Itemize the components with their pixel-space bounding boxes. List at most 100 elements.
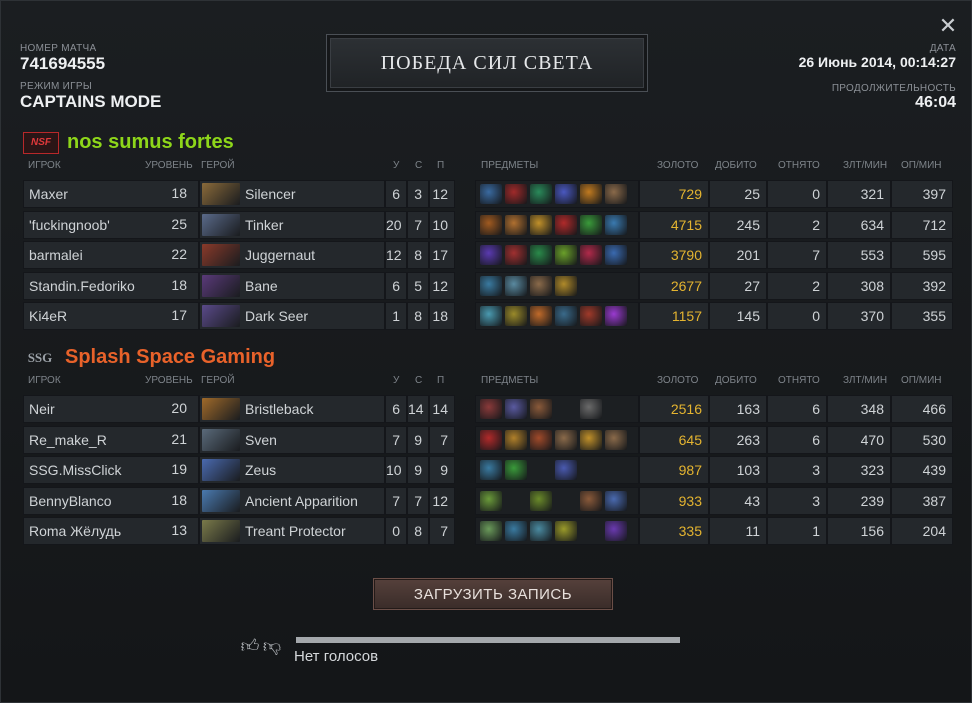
- item-icon[interactable]: [530, 214, 552, 235]
- item-icon[interactable]: [580, 214, 602, 235]
- item-icon[interactable]: [555, 521, 577, 541]
- hero-cell: Zeus: [199, 456, 385, 484]
- item-icon[interactable]: [530, 275, 552, 296]
- item-icon[interactable]: [480, 399, 502, 419]
- column-header-d: С: [415, 375, 423, 386]
- item-icon[interactable]: [530, 184, 552, 204]
- player-row[interactable]: Maxer 18 Silencer 6 3 12 729 25 0 321 397: [23, 180, 953, 208]
- player-name[interactable]: BennyBlanco: [29, 493, 112, 509]
- item-icon[interactable]: [605, 306, 627, 326]
- item-icon[interactable]: [580, 429, 602, 450]
- thumbs-up-icon[interactable]: 👍︎: [239, 635, 261, 657]
- hero-portrait[interactable]: [202, 274, 240, 297]
- item-icon[interactable]: [605, 184, 627, 204]
- column-header-dn: ОТНЯТО: [778, 160, 820, 171]
- team-name[interactable]: Splash Space Gaming: [65, 346, 275, 369]
- player-row[interactable]: Neir 20 Bristleback 6 14 14 2516 163 6 348 466: [23, 395, 953, 423]
- item-icon[interactable]: [555, 429, 577, 450]
- player-name[interactable]: Neir: [29, 401, 55, 417]
- item-icon[interactable]: [530, 429, 552, 450]
- a-cell: 7: [429, 517, 455, 545]
- player-row[interactable]: BennyBlanco 18 Ancient Apparition 7 7 12 933 43…: [23, 486, 953, 515]
- stat-level: 18: [171, 185, 187, 201]
- item-icon[interactable]: [505, 460, 527, 480]
- item-icon[interactable]: [555, 275, 577, 296]
- hero-portrait[interactable]: [202, 183, 240, 205]
- item-icon[interactable]: [480, 460, 502, 480]
- item-icon[interactable]: [505, 275, 527, 296]
- item-icon[interactable]: [505, 214, 527, 235]
- k-cell: 10: [385, 456, 407, 484]
- item-icon[interactable]: [530, 399, 552, 419]
- item-icon[interactable]: [605, 245, 627, 265]
- player-row[interactable]: barmalei 22 Juggernaut 12 8 17 3790 201 7 553 595: [23, 241, 953, 269]
- item-icon[interactable]: [580, 245, 602, 265]
- item-icon[interactable]: [480, 245, 502, 265]
- hero-portrait[interactable]: [202, 459, 240, 481]
- hero-portrait[interactable]: [202, 428, 240, 451]
- item-icon[interactable]: [505, 245, 527, 265]
- item-icon[interactable]: [530, 521, 552, 541]
- item-icon[interactable]: [605, 490, 627, 511]
- item-icon[interactable]: [605, 214, 627, 235]
- level-cell: 19: [141, 456, 193, 484]
- hero-portrait[interactable]: [202, 398, 240, 420]
- player-row[interactable]: Ki4eR 17 Dark Seer 1 8 18 1157 145 0 370 355: [23, 302, 953, 330]
- item-icon[interactable]: [505, 521, 527, 541]
- player-name[interactable]: Ki4eR: [29, 308, 67, 324]
- item-icon[interactable]: [480, 306, 502, 326]
- hero-portrait[interactable]: [202, 489, 240, 512]
- hero-portrait[interactable]: [202, 305, 240, 327]
- player-name[interactable]: SSG.MissClick: [29, 462, 122, 478]
- a-cell: 14: [429, 395, 455, 423]
- item-icon[interactable]: [480, 275, 502, 296]
- dn-cell: 3: [767, 456, 827, 484]
- item-icon[interactable]: [580, 399, 602, 419]
- item-icon[interactable]: [480, 184, 502, 204]
- player-name[interactable]: Maxer: [29, 186, 68, 202]
- item-icon[interactable]: [555, 306, 577, 326]
- item-icon[interactable]: [580, 490, 602, 511]
- item-icon[interactable]: [505, 306, 527, 326]
- download-replay-button[interactable]: ЗАГРУЗИТЬ ЗАПИСЬ: [373, 578, 613, 610]
- item-icon[interactable]: [555, 460, 577, 480]
- player-name[interactable]: 'fuckingnoob': [29, 217, 110, 233]
- item-icon[interactable]: [555, 214, 577, 235]
- gpm-cell: 308: [827, 271, 891, 300]
- level-cell: 18: [141, 272, 193, 300]
- item-icon[interactable]: [480, 214, 502, 235]
- item-icon[interactable]: [530, 306, 552, 326]
- team-name[interactable]: nos sumus fortes: [67, 131, 234, 154]
- hero-portrait[interactable]: [202, 244, 240, 266]
- hero-portrait[interactable]: [202, 520, 240, 542]
- player-row[interactable]: SSG.MissClick 19 Zeus 10 9 9 987 103 3 323 439: [23, 456, 953, 484]
- stat-gpm: 323: [860, 462, 884, 478]
- item-icon[interactable]: [580, 306, 602, 326]
- player-row[interactable]: 'fuckingnoob' 25 Tinker 20 7 10 4715 245 2 634 712: [23, 210, 953, 239]
- item-icon[interactable]: [480, 429, 502, 450]
- item-icon[interactable]: [505, 184, 527, 204]
- hero-cell: Sven: [199, 425, 385, 454]
- item-icon[interactable]: [530, 490, 552, 511]
- level-cell: 13: [141, 517, 193, 545]
- player-name[interactable]: Standin.Fedoriko: [29, 278, 135, 294]
- player-row[interactable]: Re_make_R 21 Sven 7 9 7 645 263 6 470 530: [23, 425, 953, 454]
- item-icon[interactable]: [530, 245, 552, 265]
- thumbs-down-icon[interactable]: 👎︎: [261, 635, 283, 657]
- item-icon[interactable]: [505, 429, 527, 450]
- item-icon[interactable]: [555, 184, 577, 204]
- player-name[interactable]: barmalei: [29, 247, 83, 263]
- hero-portrait[interactable]: [202, 213, 240, 236]
- player-row[interactable]: Roma Жёлудь 13 Treant Protector 0 8 7 335 11 1 15…: [23, 517, 953, 545]
- item-icon[interactable]: [480, 521, 502, 541]
- item-icon[interactable]: [555, 245, 577, 265]
- close-icon[interactable]: ✕: [937, 15, 959, 37]
- player-row[interactable]: Standin.Fedoriko 18 Bane 6 5 12 2677 27 2 308 392: [23, 271, 953, 300]
- item-icon[interactable]: [580, 184, 602, 204]
- item-icon[interactable]: [605, 521, 627, 541]
- item-icon[interactable]: [480, 490, 502, 511]
- item-icon[interactable]: [505, 399, 527, 419]
- player-name[interactable]: Re_make_R: [29, 432, 107, 448]
- item-icon[interactable]: [605, 429, 627, 450]
- player-name[interactable]: Roma Жёлудь: [29, 523, 121, 539]
